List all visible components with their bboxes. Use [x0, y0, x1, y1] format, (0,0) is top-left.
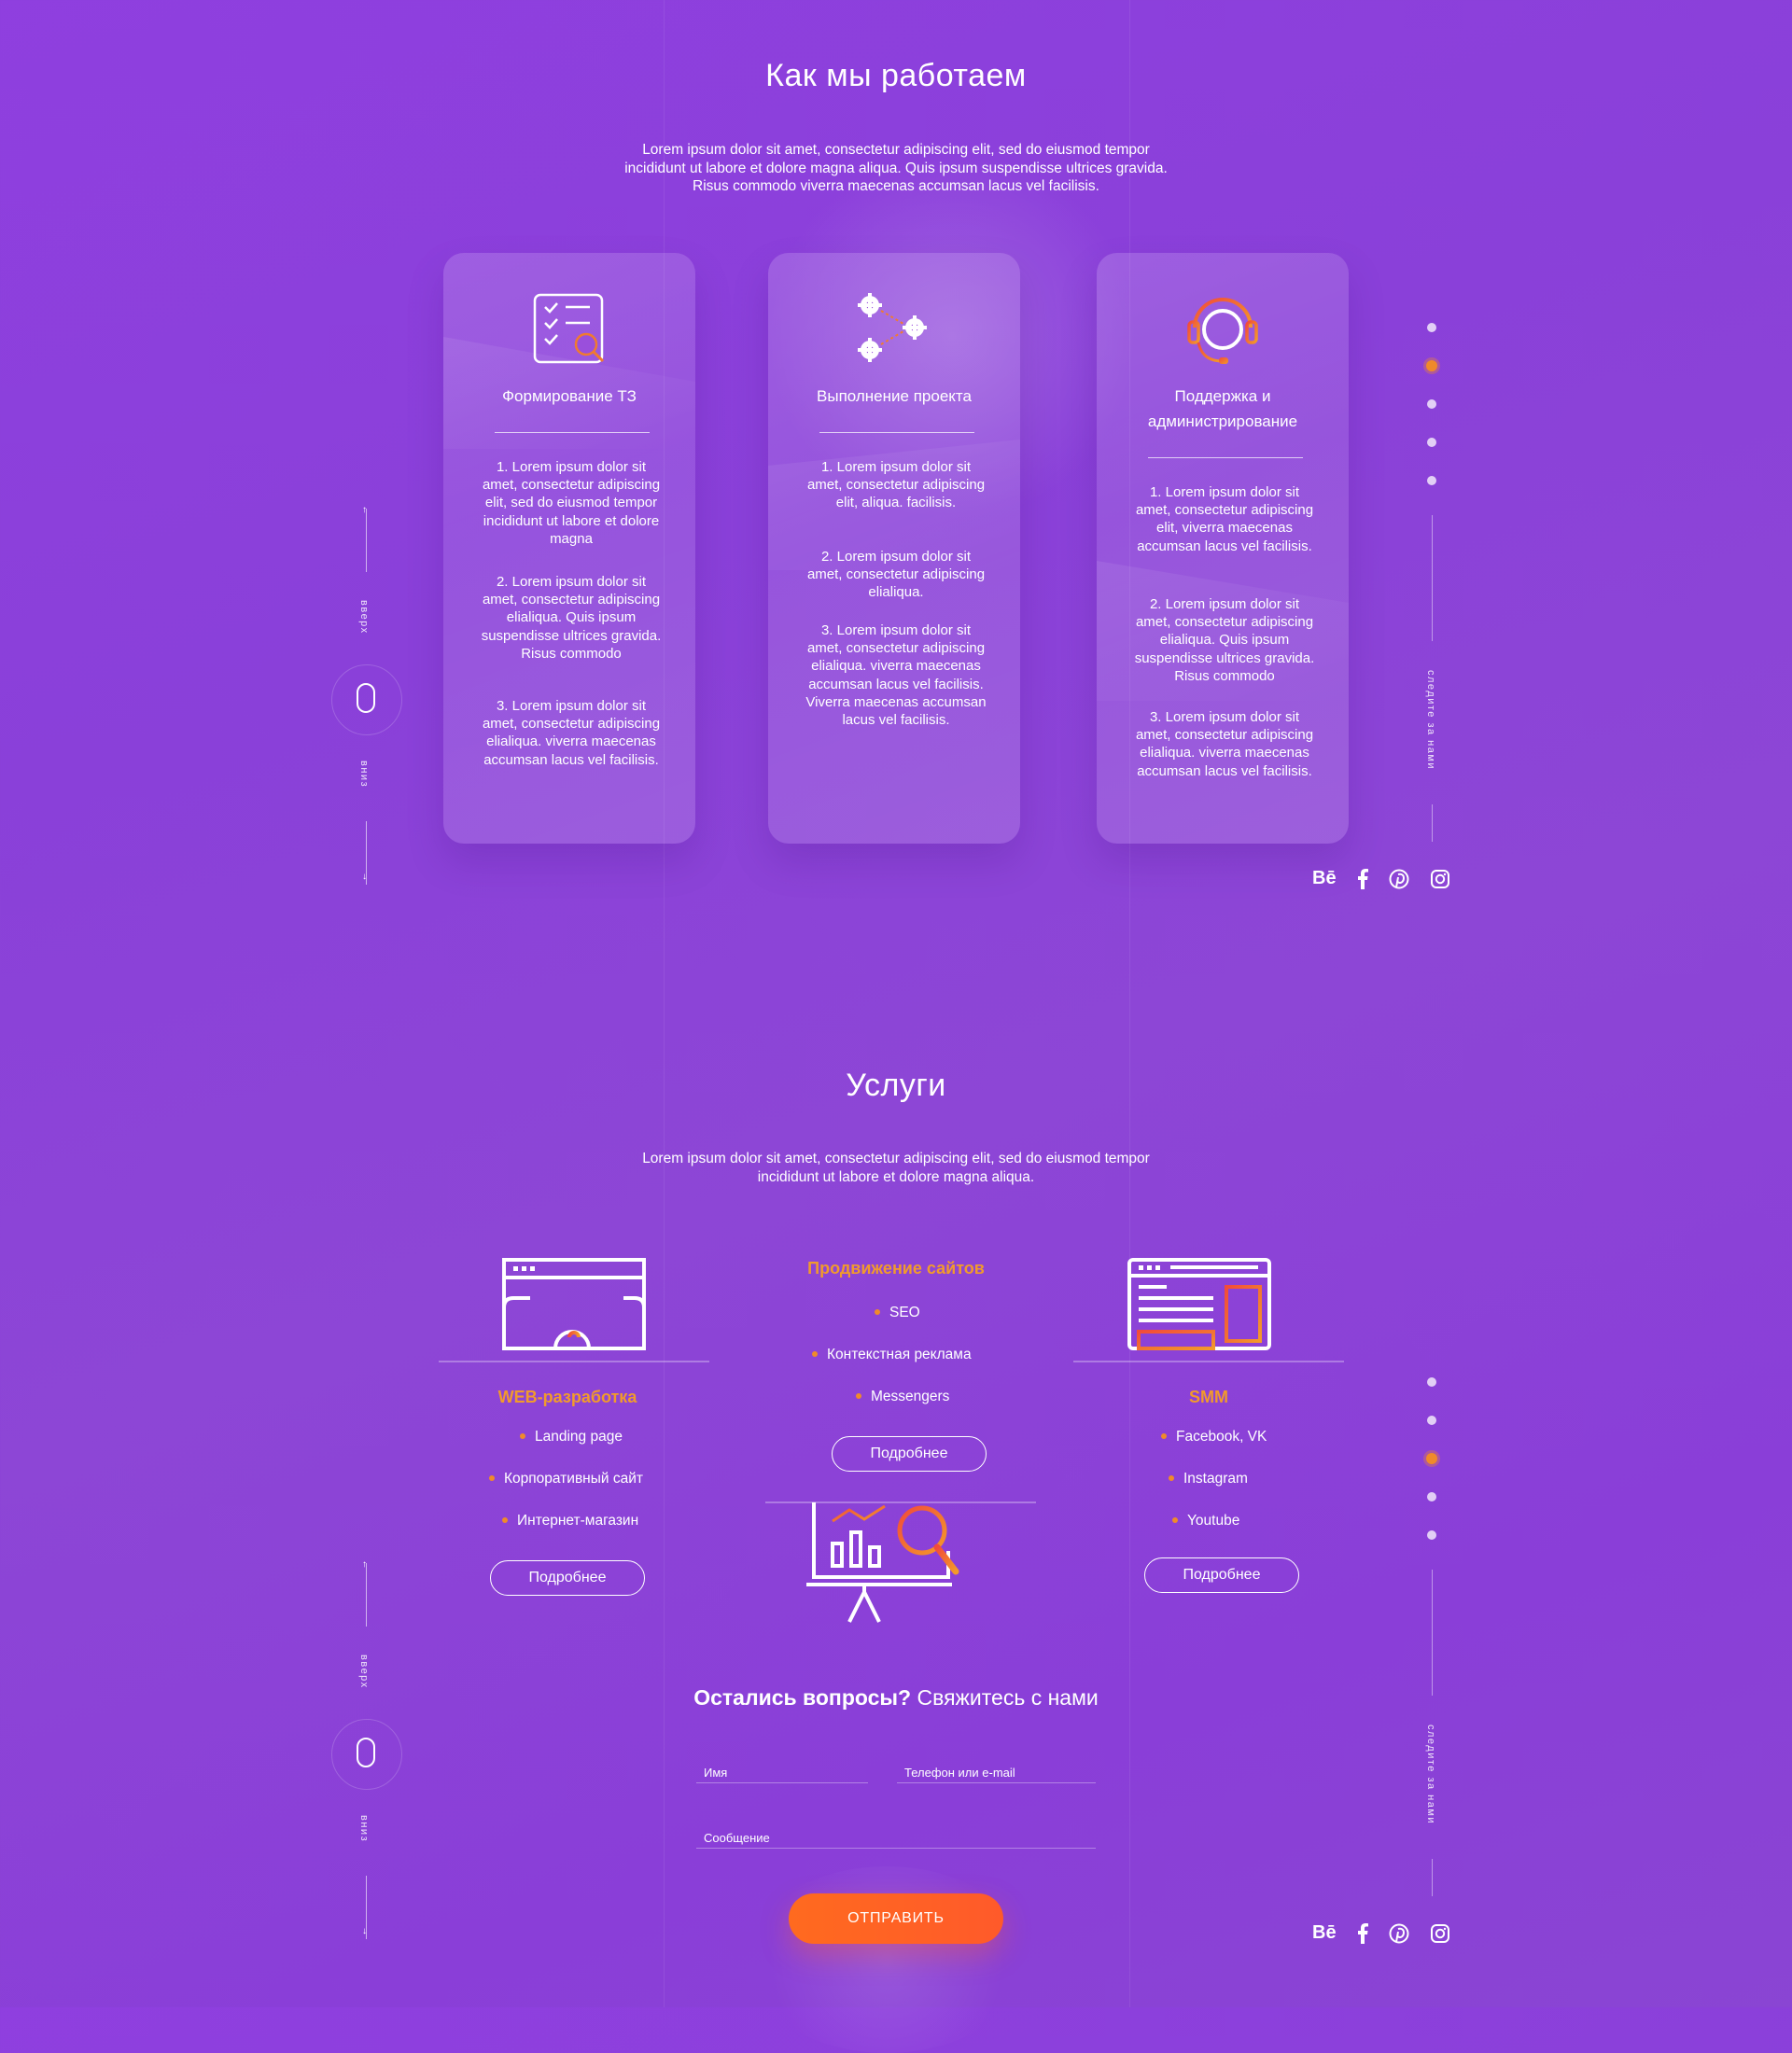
divider — [1148, 457, 1303, 458]
follow-line — [1432, 1859, 1433, 1896]
bullet-item: Корпоративный сайт — [489, 1471, 643, 1487]
scroll-down-label[interactable]: вниз — [358, 761, 370, 788]
how-we-work-lead: Lorem ipsum dolor sit amet, consectetur … — [624, 142, 1168, 194]
behance-icon[interactable]: Bē — [1312, 868, 1337, 889]
card-title: Поддержка и администрирование — [1147, 387, 1298, 430]
scroll-up-label[interactable]: вверх — [358, 600, 370, 635]
bullet-item: Youtube — [1172, 1513, 1239, 1529]
divider — [495, 432, 650, 433]
smm-more-button[interactable]: Подробнее — [1144, 1557, 1299, 1593]
mouse-icon[interactable] — [357, 683, 375, 713]
pagination-dot-active[interactable] — [1426, 1453, 1437, 1464]
contact-field[interactable] — [897, 1782, 1096, 1783]
web-more-button[interactable]: Подробнее — [490, 1560, 645, 1596]
card-item: 2. Lorem ipsum dolor sit amet, consectet… — [481, 574, 662, 662]
card-item: 3. Lorem ipsum dolor sit amet, consectet… — [1135, 709, 1314, 779]
bullet-item: Instagram — [1169, 1471, 1248, 1487]
services-title: Услуги — [846, 1068, 946, 1103]
card-title: Выполнение проекта — [817, 387, 972, 405]
pinterest-icon[interactable] — [1389, 869, 1409, 889]
follow-us-label: следите за нами — [1425, 670, 1436, 771]
arrow-down-icon[interactable]: ↓ — [362, 872, 367, 882]
process-card-execution: Выполнение проекта 1. Lorem ipsum dolor … — [768, 253, 1020, 844]
follow-line — [1432, 804, 1433, 842]
bullet-item: Messengers — [856, 1389, 949, 1405]
bullet-item: SEO — [875, 1305, 920, 1321]
scroll-down-label[interactable]: вниз — [358, 1815, 370, 1842]
seo-more-button[interactable]: Подробнее — [832, 1436, 987, 1472]
checklist-search-icon — [443, 292, 695, 367]
pagination-dot[interactable] — [1427, 1492, 1436, 1501]
card-item: 3. Lorem ipsum dolor sit amet, consectet… — [805, 622, 987, 729]
pinterest-icon[interactable] — [1389, 1923, 1409, 1944]
bullet-item: Контекстная реклама — [812, 1347, 972, 1363]
service-smm-title: SMM — [1189, 1388, 1228, 1406]
process-card-support: Поддержка и администрирование 1. Lorem ip… — [1097, 253, 1349, 844]
follow-line — [1432, 515, 1433, 641]
pagination-dot[interactable] — [1427, 438, 1436, 447]
follow-line — [1432, 1570, 1433, 1696]
pagination-dot[interactable] — [1427, 1377, 1436, 1387]
service-web-title: WEB-разработка — [497, 1388, 637, 1406]
instagram-icon[interactable] — [1430, 869, 1450, 889]
arrow-up-icon[interactable]: ↑ — [362, 1559, 367, 1570]
facebook-icon[interactable] — [1357, 868, 1368, 889]
contact-title: Остались вопросы? Свяжитесь с нами — [693, 1685, 1099, 1710]
service-seo-title: Продвижение сайтов — [807, 1259, 985, 1278]
pagination-dot[interactable] — [1427, 399, 1436, 409]
pagination-dot[interactable] — [1427, 323, 1436, 332]
social-links: Bē — [1312, 868, 1450, 889]
headset-icon — [1097, 290, 1349, 369]
arrow-down-icon[interactable]: ↓ — [362, 1926, 367, 1936]
card-item: 1. Lorem ipsum dolor sit amet, consectet… — [806, 459, 986, 511]
process-card-spec: Формирование ТЗ 1. Lorem ipsum dolor sit… — [443, 253, 695, 844]
scroll-up-line — [366, 1563, 367, 1627]
services-lead: Lorem ipsum dolor sit amet, consectetur … — [642, 1151, 1150, 1185]
follow-us-label: следите за нами — [1425, 1725, 1436, 1825]
card-title: Формирование ТЗ — [502, 387, 637, 405]
card-item: 2. Lorem ipsum dolor sit amet, consectet… — [1134, 596, 1315, 684]
contact-field-label: Телефон или e-mail — [904, 1766, 1015, 1780]
pagination-dot[interactable] — [1427, 1416, 1436, 1425]
gears-icon — [768, 290, 1020, 369]
card-item: 1. Lorem ipsum dolor sit amet, consectet… — [1135, 484, 1314, 554]
pagination-dot-active[interactable] — [1426, 360, 1437, 371]
send-button[interactable]: ОТПРАВИТЬ — [789, 1893, 1003, 1944]
bullet-item: Интернет-магазин — [502, 1513, 638, 1529]
scroll-up-label[interactable]: вверх — [358, 1655, 370, 1689]
divider — [819, 432, 974, 433]
bullet-item: Facebook, VK — [1161, 1429, 1267, 1445]
seo-promotion-illustration — [765, 1495, 1036, 1630]
facebook-icon[interactable] — [1357, 1922, 1368, 1944]
card-item: 3. Lorem ipsum dolor sit amet, consectet… — [482, 698, 661, 768]
message-field[interactable] — [696, 1848, 1096, 1849]
mouse-icon[interactable] — [357, 1738, 375, 1767]
smm-illustration — [1073, 1255, 1344, 1372]
name-field-label: Имя — [704, 1766, 728, 1780]
pagination-dot[interactable] — [1427, 1530, 1436, 1540]
card-item: 2. Lorem ipsum dolor sit amet, consectet… — [806, 549, 986, 601]
card-item: 1. Lorem ipsum dolor sit amet, consectet… — [482, 459, 661, 547]
scroll-up-line — [366, 509, 367, 572]
bullet-item: Landing page — [520, 1429, 623, 1445]
pagination-dot[interactable] — [1427, 476, 1436, 485]
name-field[interactable] — [696, 1782, 868, 1783]
web-development-illustration — [439, 1255, 709, 1372]
arrow-up-icon[interactable]: ↑ — [362, 505, 367, 515]
message-field-label: Сообщение — [704, 1831, 770, 1845]
behance-icon[interactable]: Bē — [1312, 1922, 1337, 1944]
instagram-icon[interactable] — [1430, 1923, 1450, 1944]
how-we-work-title: Как мы работаем — [765, 58, 1027, 93]
social-links: Bē — [1312, 1922, 1450, 1944]
